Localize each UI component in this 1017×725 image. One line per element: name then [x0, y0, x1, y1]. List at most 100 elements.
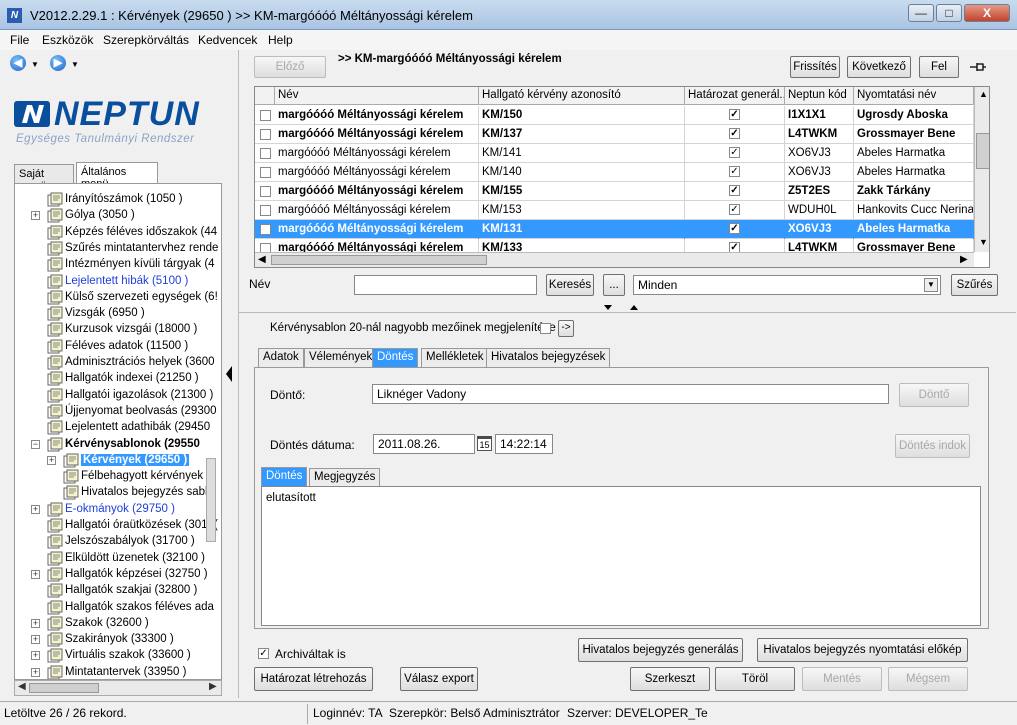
menu-file[interactable]: File: [10, 33, 29, 47]
menu-favorites[interactable]: Kedvencek: [198, 33, 257, 47]
sidebar-item[interactable]: Hivatalos bejegyzés sablo: [15, 485, 221, 501]
decision-time-field[interactable]: 14:22:14: [495, 434, 553, 454]
table-row[interactable]: margóóóó Méltányossági kérelem KM/131 ✓ XO6…: [255, 220, 974, 239]
splitter-arrows[interactable]: [596, 302, 646, 312]
cancel-button[interactable]: Mégsem: [888, 667, 968, 691]
tab-own-menu[interactable]: Saját menü: [14, 164, 74, 192]
sidebar-item[interactable]: + Szakok (32600 ): [15, 616, 221, 632]
sidebar-item[interactable]: + Hallgatók képzései (32750 ): [15, 567, 221, 583]
sidebar-item[interactable]: Hallgatók szakjai (32800 ): [15, 583, 221, 599]
row-select-checkbox[interactable]: [260, 205, 271, 216]
chevron-down-icon[interactable]: ▼: [924, 278, 938, 292]
edit-button[interactable]: Szerkeszt: [630, 667, 710, 691]
sidebar-item[interactable]: + Szakirányok (33300 ): [15, 632, 221, 648]
tab-official-entries[interactable]: Hivatalos bejegyzések: [486, 348, 611, 367]
decision-generated-checkbox[interactable]: ✓: [729, 166, 740, 177]
grid-header-request-id[interactable]: Hallgató kérvény azonosító: [479, 87, 685, 105]
sidebar-item[interactable]: Elküldött üzenetek (32100 ): [15, 551, 221, 567]
tab-data[interactable]: Adatok: [258, 348, 304, 367]
decision-reasons-button[interactable]: Döntés indok: [895, 434, 970, 458]
decision-date-field[interactable]: 2011.08.26.: [373, 434, 475, 454]
table-row[interactable]: margóóóó Méltányossági kérelem KM/140 ✓ XO6…: [255, 163, 974, 182]
collapse-icon[interactable]: −: [31, 439, 40, 449]
expand-icon[interactable]: +: [31, 211, 40, 221]
scroll-right-icon[interactable]: ▶: [960, 254, 968, 265]
sidebar-item[interactable]: Hallgatók indexei (21250 ): [15, 371, 221, 387]
close-button[interactable]: X: [964, 4, 1010, 22]
decision-generated-checkbox[interactable]: ✓: [729, 223, 740, 234]
delete-button[interactable]: Töröl: [715, 667, 795, 691]
subtab-decision[interactable]: Döntés: [261, 467, 308, 486]
tab-decision[interactable]: Döntés: [372, 348, 419, 367]
back-dropdown-icon[interactable]: ▼: [31, 60, 39, 69]
row-select-checkbox[interactable]: [260, 110, 271, 121]
pin-icon[interactable]: [968, 60, 988, 74]
menu-tools[interactable]: Eszközök: [42, 33, 93, 47]
more-button[interactable]: ...: [603, 274, 625, 296]
row-select-checkbox[interactable]: [260, 148, 271, 159]
expand-icon[interactable]: +: [31, 504, 40, 514]
generate-official-entry-button[interactable]: Hivatalos bejegyzés generálás: [578, 638, 743, 662]
table-row[interactable]: margóóóó Méltányossági kérelem KM/141 ✓ XO6…: [255, 144, 974, 163]
refresh-button[interactable]: Frissítés: [790, 56, 840, 78]
table-row[interactable]: margóóóó Méltányossági kérelem KM/150 ✓ I1X…: [255, 106, 974, 125]
sidebar-item[interactable]: Adminisztrációs helyek (3600: [15, 355, 221, 371]
sidebar-item[interactable]: + Virtuális szakok (33600 ): [15, 648, 221, 664]
sidebar-item[interactable]: Félbehagyott kérvények (: [15, 469, 221, 485]
decider-button[interactable]: Döntő: [899, 383, 969, 407]
sidebar-item[interactable]: Féléves adatok (11500 ): [15, 339, 221, 355]
search-input[interactable]: [354, 275, 537, 295]
decision-generated-checkbox[interactable]: ✓: [729, 204, 740, 215]
sidebar-item[interactable]: + Gólya (3050 ): [15, 208, 221, 224]
table-row[interactable]: margóóóó Méltányossági kérelem KM/153 ✓ WDU…: [255, 201, 974, 220]
next-button[interactable]: Következő: [847, 56, 911, 78]
sidebar-item[interactable]: Lejelentett adathibák (29450: [15, 420, 221, 436]
sidebar-item[interactable]: Jelszószabályok (31700 ): [15, 534, 221, 550]
forward-dropdown-icon[interactable]: ▼: [71, 60, 79, 69]
template-option-arrow-button[interactable]: ->: [558, 320, 574, 337]
expand-icon[interactable]: +: [47, 455, 56, 465]
sidebar-item[interactable]: Külső szervezeti egységek (6!: [15, 290, 221, 306]
decision-text-area[interactable]: elutasított: [261, 486, 981, 626]
sidebar-item[interactable]: + Kérvények (29650 ): [15, 453, 221, 469]
sidebar-item[interactable]: Vizsgák (6950 ): [15, 306, 221, 322]
official-entry-print-preview-button[interactable]: Hivatalos bejegyzés nyomtatási előkép: [757, 638, 968, 662]
tree-scrollbar[interactable]: [206, 458, 216, 542]
decision-generated-checkbox[interactable]: ✓: [729, 128, 740, 139]
table-row[interactable]: margóóóó Méltányossági kérelem KM/137 ✓ L4T…: [255, 125, 974, 144]
sidebar-item[interactable]: Kurzusok vizsgái (18000 ): [15, 322, 221, 338]
decision-generated-checkbox[interactable]: ✓: [729, 147, 740, 158]
tree-hscrollbar[interactable]: ◀ ▶: [14, 680, 222, 696]
forward-icon[interactable]: ▶: [50, 55, 66, 71]
grid-hscrollbar[interactable]: ◀ ▶: [255, 252, 974, 267]
sidebar-item[interactable]: + E-okmányok (29750 ): [15, 502, 221, 518]
sidebar-item[interactable]: Hallgatói igazolások (21300 ): [15, 388, 221, 404]
row-select-checkbox[interactable]: [260, 224, 271, 235]
expand-icon[interactable]: +: [31, 635, 40, 645]
sidebar-item[interactable]: Lejelentett hibák (5100 ): [15, 274, 221, 290]
sidebar-item[interactable]: − Kérvénysablonok (29550: [15, 437, 221, 453]
table-row[interactable]: margóóóó Méltányossági kérelem KM/155 ✓ Z5T…: [255, 182, 974, 201]
maximize-button[interactable]: □: [936, 4, 962, 22]
subtab-note[interactable]: Megjegyzés: [309, 468, 381, 486]
filter-select[interactable]: Minden ▼: [633, 275, 941, 295]
reply-export-button[interactable]: Válasz export: [400, 667, 478, 691]
scroll-left-icon[interactable]: ◀: [18, 681, 26, 692]
grid-header-decision-generated[interactable]: Határozat generál...: [685, 87, 785, 105]
row-select-checkbox[interactable]: [260, 129, 271, 140]
calendar-icon[interactable]: 15: [477, 436, 492, 451]
prev-button[interactable]: Előző: [254, 56, 326, 78]
tree-hscroll-thumb[interactable]: [29, 683, 99, 693]
decision-generated-checkbox[interactable]: ✓: [729, 185, 740, 196]
grid-vscrollbar[interactable]: ▲ ▼: [974, 87, 989, 252]
scroll-down-icon[interactable]: ▼: [979, 237, 988, 247]
scroll-up-icon[interactable]: ▲: [979, 89, 988, 99]
decision-generated-checkbox[interactable]: ✓: [729, 109, 740, 120]
save-button[interactable]: Mentés: [802, 667, 882, 691]
tab-general-menu[interactable]: Általános menü: [76, 162, 158, 190]
filter-button[interactable]: Szűrés: [951, 274, 998, 296]
back-icon[interactable]: ◀: [10, 55, 26, 71]
scroll-right-icon[interactable]: ▶: [209, 681, 217, 692]
grid-header-print-name[interactable]: Nyomtatási név: [854, 87, 974, 105]
expand-icon[interactable]: +: [31, 569, 40, 579]
